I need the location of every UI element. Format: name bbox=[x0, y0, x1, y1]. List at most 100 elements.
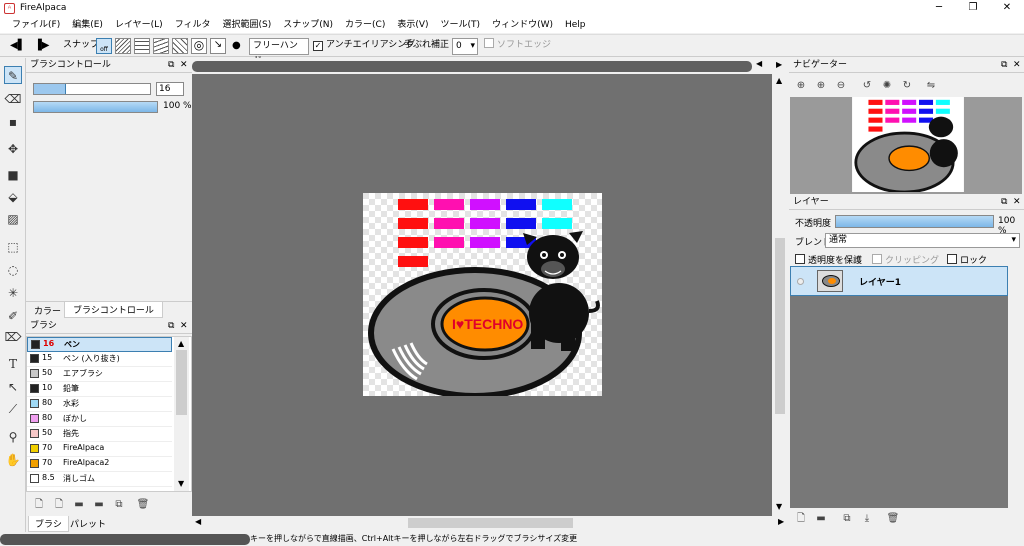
menu-edit[interactable]: 編集(E) bbox=[66, 17, 109, 33]
tab-brush-control[interactable]: ブラシコントロール bbox=[64, 302, 163, 318]
canvas-hscrollbar[interactable]: ◀ ▶ bbox=[192, 516, 788, 530]
blend-select[interactable]: 通常 ▾ bbox=[825, 233, 1020, 248]
trash-icon[interactable]: 🗑 bbox=[136, 498, 150, 512]
undock-icon[interactable]: ⧉ bbox=[168, 59, 174, 72]
menu-help[interactable]: Help bbox=[559, 17, 592, 33]
scroll-right-icon[interactable]: ▶ bbox=[778, 517, 784, 526]
brush-list-item[interactable]: 16 ペン bbox=[27, 337, 172, 352]
prev-icon[interactable]: ◀▌ bbox=[10, 38, 25, 54]
pen-tool-icon[interactable]: ✎ bbox=[4, 66, 22, 84]
stroke-mode-select[interactable]: フリーハンド▾ bbox=[249, 38, 309, 66]
tab-palette[interactable]: パレット bbox=[64, 516, 112, 531]
flip-icon[interactable]: ⇋ bbox=[924, 79, 938, 93]
rotate-right-icon[interactable]: ↻ bbox=[900, 79, 914, 93]
bucket-tool-icon[interactable]: ⬙ bbox=[4, 188, 22, 206]
close-panel-icon[interactable]: ✕ bbox=[1013, 196, 1021, 209]
select-pen-tool-icon[interactable]: ✐ bbox=[4, 307, 22, 325]
canvas-vscroll-thumb[interactable] bbox=[775, 238, 785, 414]
delete-layer-icon[interactable]: 🗑 bbox=[886, 512, 900, 526]
brush-list-item[interactable]: 80 水彩 bbox=[27, 397, 172, 412]
canvas-vscrollbar[interactable]: ▶ ▲ ▼ bbox=[772, 58, 788, 516]
layer-row[interactable]: レイヤー1 bbox=[790, 266, 1008, 296]
close-button[interactable]: ✕ bbox=[990, 0, 1024, 17]
hand-tool-icon[interactable]: ✋ bbox=[4, 451, 22, 469]
close-panel-icon[interactable]: ✕ bbox=[180, 320, 188, 333]
magic-wand-tool-icon[interactable]: ✳ bbox=[4, 284, 22, 302]
snap-radial-button[interactable] bbox=[172, 38, 188, 54]
snap-circle-button[interactable]: ◎ bbox=[191, 38, 207, 54]
operation-tool-icon[interactable]: ↖ bbox=[4, 378, 22, 396]
dot-tool-icon[interactable]: ▪ bbox=[4, 113, 22, 131]
clipping-checkbox[interactable]: クリッピング bbox=[872, 253, 939, 266]
lock-checkbox[interactable]: ロック bbox=[947, 253, 987, 266]
brush-size-slider[interactable] bbox=[33, 83, 151, 95]
menu-window[interactable]: ウィンドウ(W) bbox=[486, 17, 559, 33]
brush-list-item[interactable]: 80 ぼかし bbox=[27, 412, 172, 427]
tab-right-icon[interactable]: ▶ bbox=[776, 60, 782, 69]
menu-view[interactable]: 表示(V) bbox=[391, 17, 434, 33]
move-tool-icon[interactable]: ✥ bbox=[4, 140, 22, 158]
snap-curve-button[interactable]: ↘ bbox=[210, 38, 226, 54]
lasso-tool-icon[interactable]: ◌ bbox=[4, 261, 22, 279]
reset-rotate-icon[interactable]: ✺ bbox=[880, 79, 894, 93]
protect-alpha-checkbox[interactable]: 透明度を保護 bbox=[795, 253, 862, 266]
menu-filter[interactable]: フィルタ bbox=[169, 17, 217, 33]
scroll-up-icon[interactable]: ▲ bbox=[178, 339, 184, 348]
snap-parallel-button[interactable] bbox=[115, 38, 131, 54]
new-layer-icon[interactable]: 🗋 bbox=[794, 512, 808, 526]
next-icon[interactable]: ▐▶ bbox=[34, 38, 49, 54]
undock-icon[interactable]: ⧉ bbox=[1001, 59, 1007, 72]
menu-snap[interactable]: スナップ(N) bbox=[277, 17, 339, 33]
visibility-icon[interactable] bbox=[797, 278, 804, 285]
new-folder-icon[interactable]: ▬ bbox=[814, 512, 828, 526]
layer-opacity-slider[interactable] bbox=[835, 215, 994, 228]
close-panel-icon[interactable]: ✕ bbox=[180, 59, 188, 72]
menu-layer[interactable]: レイヤー(L) bbox=[109, 17, 169, 33]
brush-list-item[interactable]: 8.5 消しゴム bbox=[27, 472, 172, 487]
menu-file[interactable]: ファイル(F) bbox=[6, 17, 66, 33]
zoom-in-2-icon[interactable]: ⊕ bbox=[814, 79, 828, 93]
zoom-in-icon[interactable]: ⊕ bbox=[794, 79, 808, 93]
scroll-down-icon[interactable]: ▼ bbox=[178, 479, 184, 488]
select-eraser-tool-icon[interactable]: ⌦ bbox=[4, 328, 22, 346]
undock-icon[interactable]: ⧉ bbox=[168, 320, 174, 333]
select-tool-icon[interactable]: ⬚ bbox=[4, 238, 22, 256]
snap-perspective-button[interactable] bbox=[153, 38, 169, 54]
document-tab[interactable] bbox=[192, 61, 752, 72]
brush-list-item[interactable]: 70 FireAlpaca2 bbox=[27, 457, 172, 472]
menu-tool[interactable]: ツール(T) bbox=[435, 17, 487, 33]
undock-icon[interactable]: ⧉ bbox=[1001, 196, 1007, 209]
rotate-left-icon[interactable]: ↺ bbox=[860, 79, 874, 93]
antialias-checkbox[interactable]: ✓ アンチエイリアシング bbox=[313, 38, 415, 54]
folder-2-icon[interactable]: ▬ bbox=[92, 498, 106, 512]
merge-down-icon[interactable]: ⤓ bbox=[860, 512, 874, 526]
brush-size-input[interactable]: 16 bbox=[156, 82, 184, 96]
duplicate-layer-icon[interactable]: ⧉ bbox=[840, 512, 854, 526]
folder-icon[interactable]: ▬ bbox=[72, 498, 86, 512]
new-brush-2-icon[interactable]: 🗋 bbox=[52, 498, 66, 512]
divide-tool-icon[interactable]: ⟋ bbox=[4, 400, 22, 418]
drawing-canvas[interactable]: I♥TECHNO bbox=[363, 193, 602, 396]
eyedropper-tool-icon[interactable]: ⚲ bbox=[4, 428, 22, 446]
minimize-button[interactable]: ─ bbox=[922, 0, 956, 17]
tab-left-icon[interactable]: ◀ bbox=[756, 59, 762, 68]
brush-list-item[interactable]: 15 ペン (入り抜き) bbox=[27, 352, 172, 367]
brush-opacity-slider[interactable] bbox=[33, 101, 158, 113]
stabilizer-select[interactable]: 0 ▾ bbox=[452, 38, 478, 55]
scroll-up-icon[interactable]: ▲ bbox=[776, 76, 782, 85]
new-brush-icon[interactable]: 🗋 bbox=[32, 498, 46, 512]
brush-list-scrollbar[interactable]: ▲ ▼ bbox=[174, 337, 189, 491]
gradient-tool-icon[interactable]: ▨ bbox=[4, 210, 22, 228]
close-panel-icon[interactable]: ✕ bbox=[1013, 59, 1021, 72]
duplicate-icon[interactable]: ⧉ bbox=[112, 498, 126, 512]
tab-color[interactable]: カラー bbox=[30, 303, 65, 318]
snap-off-button[interactable]: off bbox=[96, 38, 112, 54]
fill-rect-tool-icon[interactable]: ■ bbox=[4, 166, 22, 184]
snap-grid-button[interactable] bbox=[134, 38, 150, 54]
restore-button[interactable]: ❐ bbox=[956, 0, 990, 17]
brush-list-item[interactable]: 70 FireAlpaca bbox=[27, 442, 172, 457]
text-tool-icon[interactable]: T bbox=[4, 355, 22, 373]
navigator-preview[interactable] bbox=[790, 97, 1022, 194]
scroll-thumb[interactable] bbox=[176, 350, 187, 415]
brush-list-item[interactable]: 50 エアブラシ bbox=[27, 367, 172, 382]
